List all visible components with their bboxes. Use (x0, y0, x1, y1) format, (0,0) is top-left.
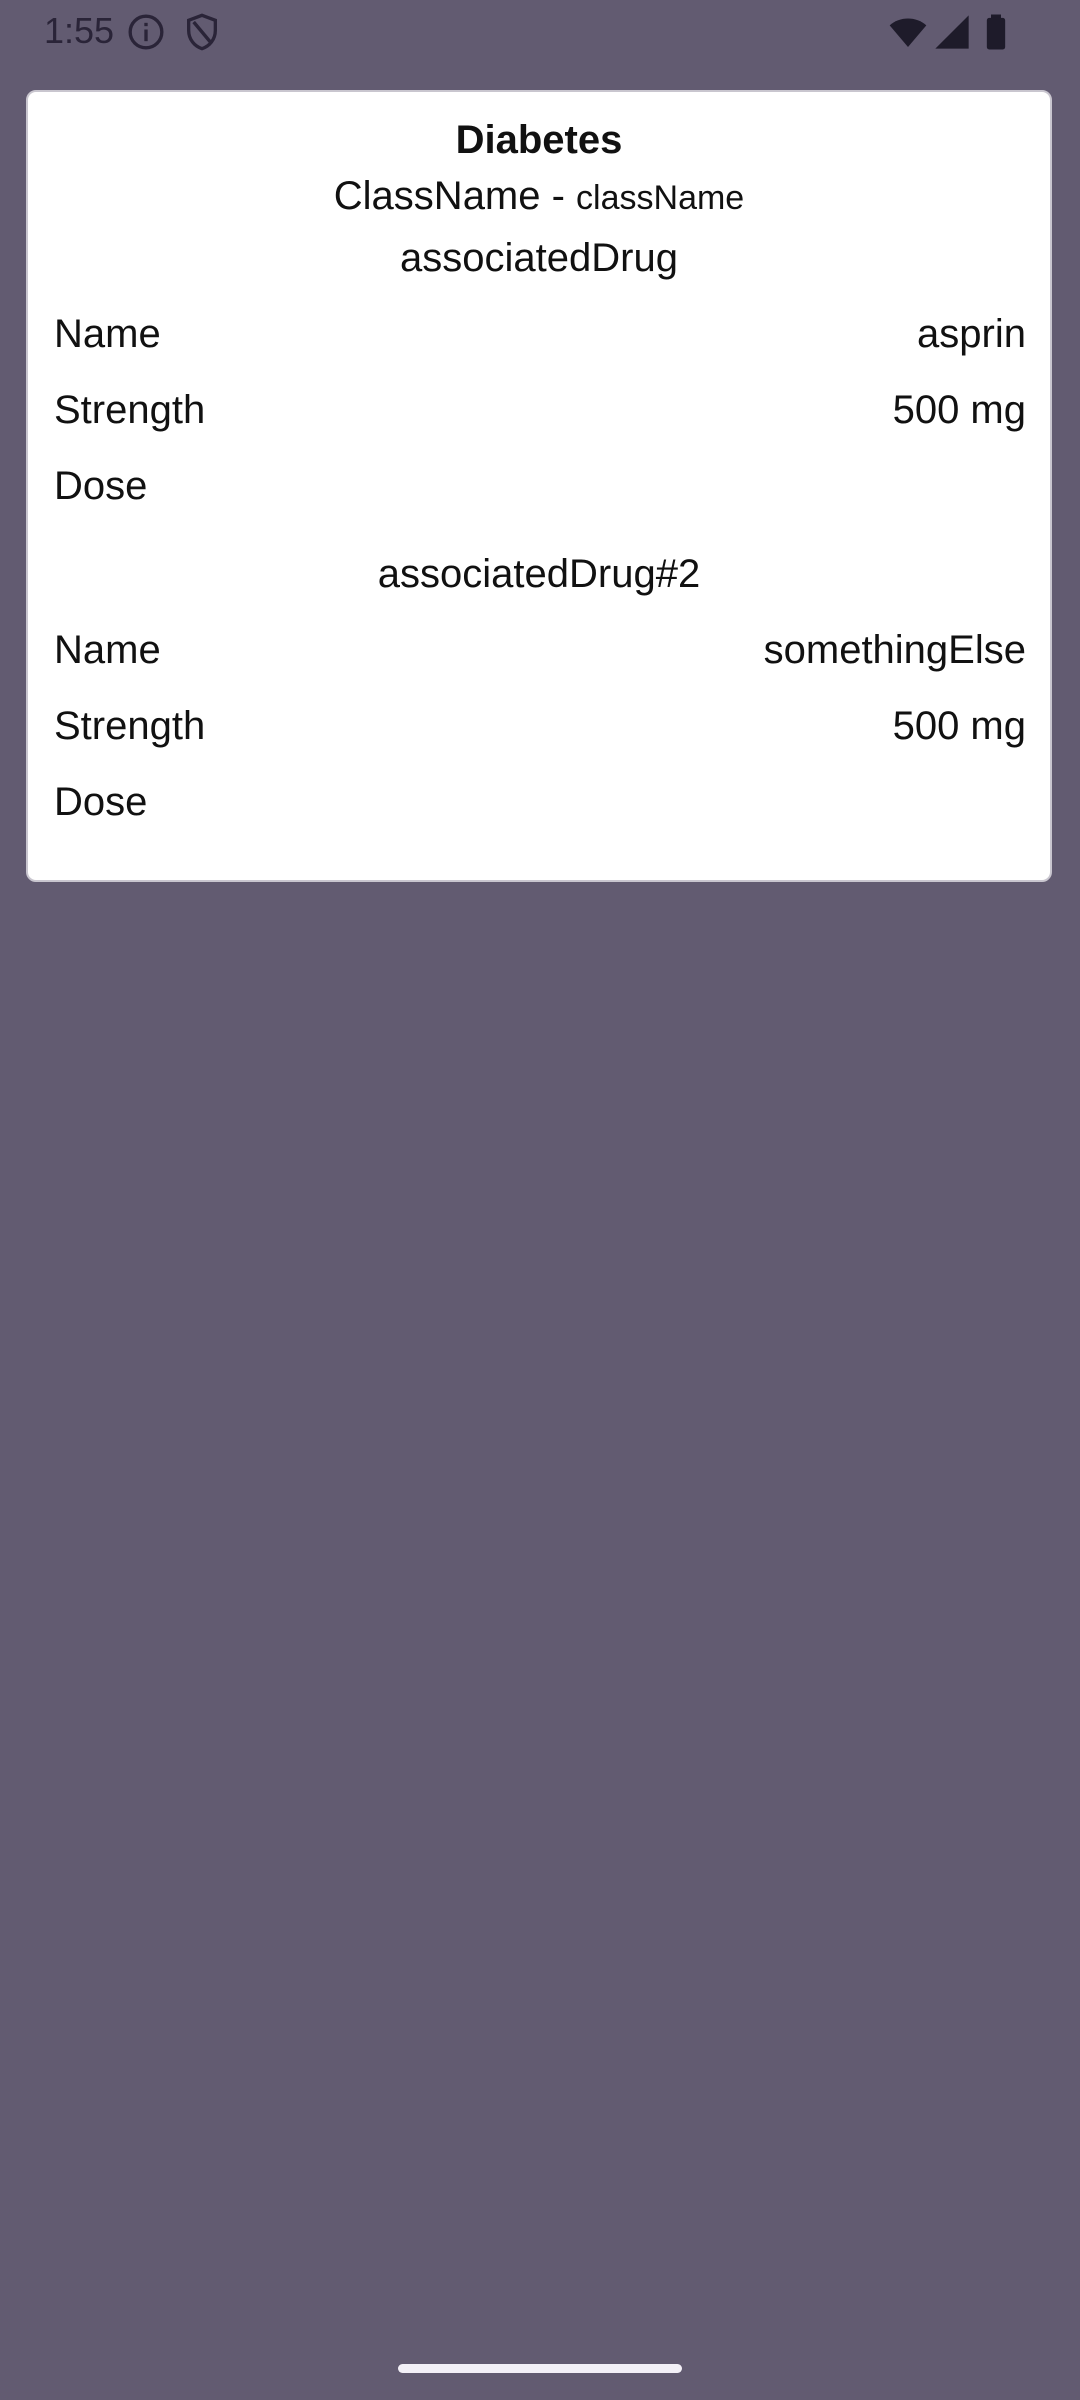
row-label: Name (54, 311, 161, 356)
row-value: 500 mg (892, 387, 1026, 432)
class-name-label: ClassName (333, 174, 541, 218)
signal-icon (932, 12, 972, 52)
shield-icon (182, 12, 222, 52)
drug-row-strength: Strength 500 mg (54, 384, 1026, 436)
drug-row-dose: Dose (54, 460, 1026, 512)
row-label: Name (54, 627, 161, 672)
class-name-line: ClassName - className (28, 172, 1050, 229)
drug-row-name: Name somethingElse (54, 624, 1026, 676)
battery-icon (976, 12, 1016, 52)
row-label: Strength (54, 703, 206, 748)
status-bar: 1:55 (0, 0, 1080, 62)
class-name-value: className (576, 179, 745, 217)
drug-section-title: associatedDrug (400, 236, 678, 280)
drug-section-title: associatedDrug#2 (377, 552, 701, 596)
status-time: 1:55 (44, 10, 115, 51)
screen: 1:55 Diabetes ClassName - className asso… (0, 0, 1080, 2400)
class-name-separator: - (540, 174, 577, 218)
row-label: Strength (54, 387, 206, 432)
wifi-icon (888, 12, 928, 52)
row-label: Dose (54, 463, 148, 508)
row-label: Dose (54, 779, 148, 824)
drug-row-dose: Dose (54, 776, 1026, 828)
gesture-nav-handle[interactable] (398, 2364, 682, 2373)
row-value: somethingElse (763, 627, 1026, 672)
drug-row-name: Name asprin (54, 308, 1026, 360)
condition-card: Diabetes ClassName - className associate… (26, 90, 1052, 882)
row-value: asprin (917, 311, 1026, 356)
card-title: Diabetes (455, 118, 623, 162)
drug-row-strength: Strength 500 mg (54, 700, 1026, 752)
row-value: 500 mg (892, 703, 1026, 748)
info-icon (126, 12, 166, 52)
